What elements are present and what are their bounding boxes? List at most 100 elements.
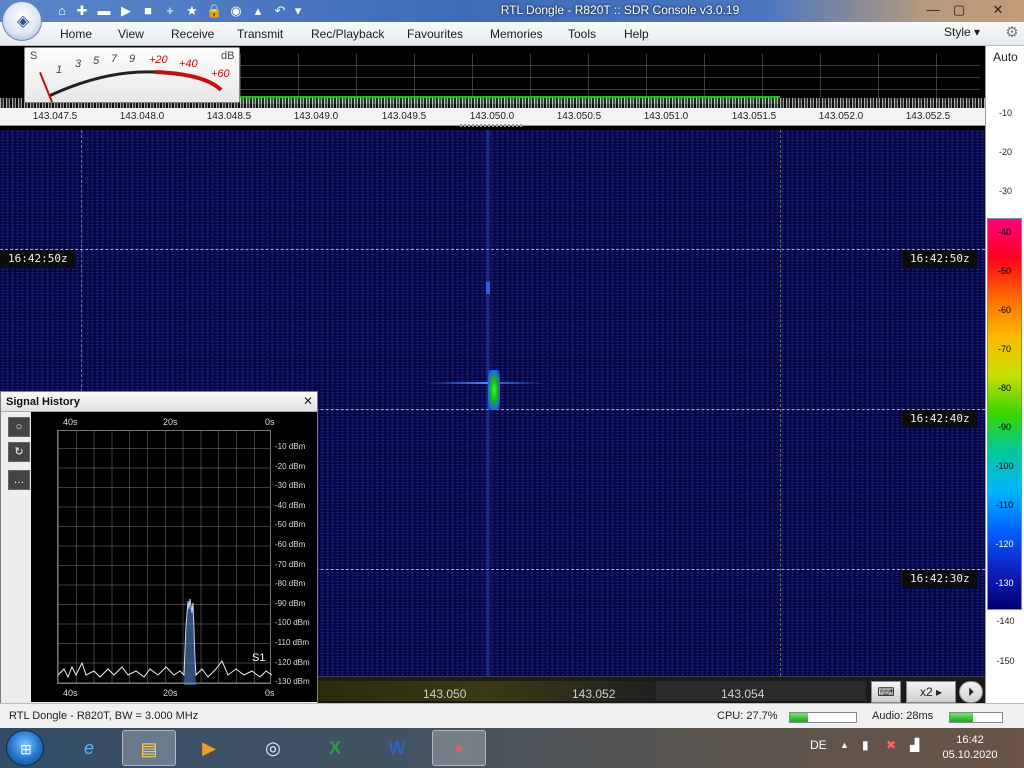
lifebuoy-icon[interactable]: ✚ (74, 3, 90, 19)
scale-tick: -30 (998, 186, 1012, 196)
menu-view[interactable]: View (118, 27, 144, 41)
s-meter: S dB 1 3 5 7 9 +20 +40 +60 (24, 47, 240, 103)
audio-status: Audio: 28ms (872, 710, 934, 722)
scale-tick: -130 (995, 578, 1014, 588)
frequency-label: 143.047.5 (32, 111, 78, 122)
status-bar: RTL Dongle - R820T, BW = 3.000 MHz CPU: … (0, 703, 1024, 728)
add-icon[interactable]: + (162, 3, 178, 19)
language-indicator[interactable]: DE (810, 738, 827, 752)
more-options-button[interactable]: … (8, 470, 30, 490)
keyboard-icon: ⌨ (877, 685, 895, 699)
zoom-label: x2 (919, 685, 933, 699)
panel-header[interactable]: Signal History ✕ (1, 392, 317, 412)
clock-date: 05.10.2020 (942, 749, 998, 761)
dbm-label: -60 dBm (275, 540, 306, 549)
chrome-icon[interactable]: ◎ (246, 730, 300, 766)
tuning-marker[interactable] (460, 124, 524, 127)
menu-home[interactable]: Home (60, 27, 92, 41)
network-icon[interactable]: ✖ (886, 738, 896, 752)
zoom-button[interactable]: x2 ▸ (906, 681, 956, 703)
gear-icon[interactable]: ⚙ (1003, 24, 1021, 42)
s-reading: S1 (252, 652, 266, 664)
screen: RTL Dongle - R820T :: SDR Console v3.0.1… (0, 0, 1024, 768)
time-tag-left: 16:42:50z (0, 250, 76, 268)
app-menu-button[interactable]: ◈ (2, 1, 42, 41)
reset-button[interactable]: ↻ (8, 442, 30, 462)
power-icon[interactable]: ▮ (862, 738, 869, 752)
signal-strength-icon[interactable]: ▟ (910, 738, 919, 752)
device-status: RTL Dongle - R820T, BW = 3.000 MHz (9, 710, 199, 722)
clock[interactable]: 16:42 05.10.2020 (940, 733, 1000, 763)
show-hidden-icons-icon[interactable]: ▲ (840, 740, 849, 750)
play-icon[interactable]: ▶ (118, 3, 134, 19)
maximize-button[interactable]: ▢ (948, 0, 970, 20)
menu-rec-playback[interactable]: Rec/Playback (311, 27, 384, 41)
lock-icon[interactable]: 🔒 (206, 3, 222, 19)
frequency-label: 143.049.5 (381, 111, 427, 122)
title-bar: RTL Dongle - R820T :: SDR Console v3.0.1… (0, 0, 1024, 22)
star-icon[interactable]: ★ (184, 3, 200, 19)
drop-icon[interactable]: ▴ (250, 3, 266, 19)
band-bar[interactable]: 143.050 143.052 143.054 ⌨ x2 ▸ ⏵ (316, 676, 985, 703)
menu-memories[interactable]: Memories (490, 27, 543, 41)
time-tag-right: 16:42:30z (902, 570, 978, 588)
internet-explorer-icon[interactable]: e (62, 730, 116, 766)
style-menu[interactable]: Style ▾ (944, 25, 980, 39)
time-tag-right: 16:42:50z (902, 250, 978, 268)
undo-icon[interactable]: ↶ (272, 3, 288, 19)
minimize-button[interactable]: — (922, 0, 944, 20)
menu-receive[interactable]: Receive (171, 27, 214, 41)
home-icon[interactable]: ⌂ (54, 3, 70, 19)
auto-scale-button[interactable]: Auto (986, 50, 1024, 64)
chevron-down-icon: ▾ (974, 25, 981, 39)
next-button[interactable]: ⏵ (959, 681, 983, 703)
menu-favourites[interactable]: Favourites (407, 27, 463, 41)
start-button[interactable]: ⊞ (6, 730, 44, 766)
s-meter-unit-s: S (30, 50, 38, 62)
scale-tick: -40 (997, 227, 1011, 237)
color-scale-bar[interactable]: -40 -50 -60 -70 -80 -90 -100 -110 -120 -… (987, 218, 1022, 610)
keyboard-button[interactable]: ⌨ (871, 681, 901, 703)
time-label-bottom: 0s (265, 688, 275, 698)
word-icon[interactable]: W (370, 730, 424, 766)
time-label-top: 0s (265, 417, 275, 427)
menu-tools[interactable]: Tools (568, 27, 596, 41)
camera-icon[interactable]: ◉ (228, 3, 244, 19)
signal-history-plot: 40s 20s 0s -10 dBm -20 dBm -30 dBm -40 d… (31, 412, 317, 702)
signal-peak (488, 370, 500, 410)
file-explorer-icon[interactable]: ▤ (122, 730, 176, 766)
dbm-label: -50 dBm (275, 520, 306, 529)
cpu-meter-fill (790, 713, 809, 722)
menu-transmit[interactable]: Transmit (237, 27, 283, 41)
signal-history-trace (58, 598, 272, 685)
audio-meter-fill (950, 713, 974, 722)
frequency-label: 143.052.0 (818, 111, 864, 122)
scale-tick: -80 (997, 383, 1011, 393)
excel-icon[interactable]: X (308, 730, 362, 766)
customize-icon[interactable]: ▾ (290, 3, 306, 19)
windows-taskbar: ⊞ e ▤ ▶ ◎ X W ⌖ DE ▲ ▮ ✖ ▟ 16:42 05.10.2… (0, 728, 1024, 768)
panel-title: Signal History (6, 396, 80, 408)
close-icon[interactable]: ✕ (301, 394, 315, 408)
menu-help[interactable]: Help (624, 27, 649, 41)
cpu-status: CPU: 27.7% (717, 710, 778, 722)
media-player-icon[interactable]: ▶ (182, 730, 236, 766)
sdr-console-icon[interactable]: ⌖ (432, 730, 486, 766)
close-button[interactable]: ✕ (976, 0, 1020, 20)
frequency-label: 143.052.5 (905, 111, 951, 122)
clock-time: 16:42 (956, 734, 984, 746)
time-tag-right: 16:42:40z (902, 410, 978, 428)
dbm-label: -100 dBm (275, 618, 310, 627)
audio-meter (949, 712, 1003, 723)
scale-tick: -150 (996, 656, 1015, 666)
folder-icon[interactable]: ▬ (96, 3, 112, 19)
record-button[interactable]: ○ (8, 417, 30, 437)
signal-streak (425, 382, 545, 384)
dbm-label: -110 dBm (275, 638, 310, 647)
window-title: RTL Dongle - R820T :: SDR Console v3.0.1… (500, 3, 740, 17)
frequency-label: 143.050.5 (556, 111, 602, 122)
time-label-bottom: 20s (163, 688, 178, 698)
signal-blip (486, 282, 490, 294)
stop-icon[interactable]: ■ (140, 3, 156, 19)
plot-grid (57, 430, 272, 685)
